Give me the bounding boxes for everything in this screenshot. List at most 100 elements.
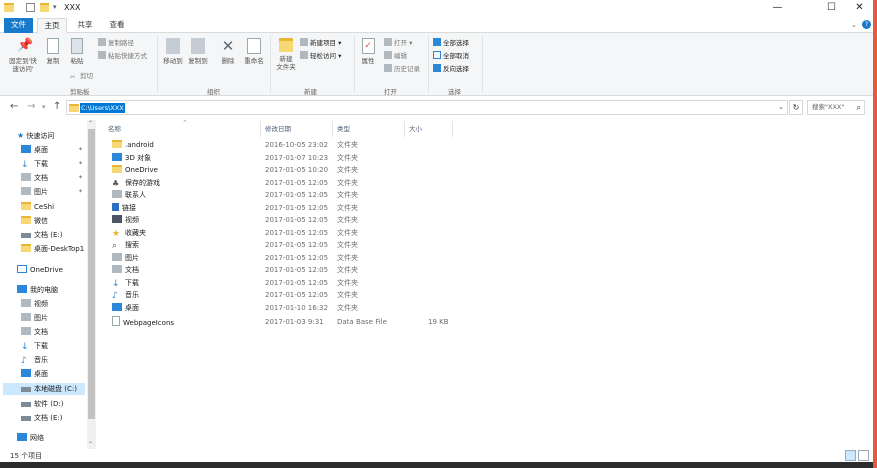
search-input[interactable]: 搜索"XXX" ⌕ [807,100,865,115]
column-header-date[interactable]: 修改日期 [265,123,291,136]
tab-home[interactable]: 主页 [37,18,67,33]
minimize-button[interactable]: — [764,0,791,17]
open-button[interactable]: 打开 ▾ [384,38,412,48]
scroll-down-icon[interactable]: ⌄ [88,438,93,445]
nav-onedrive[interactable]: OneDrive [17,264,63,276]
nav-quick-access[interactable]: ★ 快速访问 [17,130,54,142]
new-item-button[interactable]: 新建项目 ▾ [300,38,341,48]
file-row[interactable]: 视频 2017-01-05 12:05 文件夹 [108,214,528,226]
tab-view[interactable]: 查看 [104,18,130,33]
pin-icon[interactable]: ✦ [78,172,83,184]
nav-item-label: CeShi [34,203,55,211]
nav-item-desktop1[interactable]: 桌面-DeskTop1 [21,243,84,255]
nav-pc-music[interactable]: ♪ 音乐 [21,354,48,366]
select-none-button[interactable]: 全部取消 [433,51,469,61]
copy-to-button[interactable]: 复制到 [187,38,209,65]
nav-item-ceshi[interactable]: CeShi [21,201,54,213]
nav-item-documents[interactable]: 文档 ✦ [21,172,87,184]
navigation-scrollbar[interactable]: ⌃ ⌄ [87,120,96,449]
close-button[interactable]: ✕ [846,0,873,17]
rename-button[interactable]: 重命名 [242,38,266,65]
file-row[interactable]: OneDrive 2017-01-05 10:20 文件夹 [108,164,528,176]
nav-item-wechat[interactable]: 微信 [21,215,48,227]
details-view-icon[interactable] [845,450,856,461]
column-header-size[interactable]: 大小 [409,123,422,136]
file-row[interactable]: 桌面 2017-01-10 16:32 文件夹 [108,302,528,314]
forward-arrow-icon[interactable]: → [27,101,35,112]
file-name: 联系人 [125,191,146,199]
properties-quick-icon[interactable] [26,3,35,12]
file-row[interactable]: ↓ 下载 2017-01-05 12:05 文件夹 [108,277,528,289]
select-none-label: 全部取消 [443,52,469,60]
nav-pc-desktop[interactable]: 桌面 [21,368,48,380]
address-path[interactable]: C:\Users\XXX [80,103,125,113]
edit-icon [384,51,392,59]
file-row[interactable]: 联系人 2017-01-05 12:05 文件夹 [108,189,528,201]
move-to-button[interactable]: 移动到 [162,38,184,65]
delete-button[interactable]: ✕ 删除 [218,38,238,65]
file-row[interactable]: .android 2016-10-05 23:02 文件夹 [108,139,528,151]
nav-pc-downloads[interactable]: ↓ 下载 [21,340,48,352]
file-row[interactable]: WebpageIcons 2017-01-03 9:31 Data Base Fil… [108,316,528,328]
collapse-ribbon-icon[interactable]: ⌄ [851,21,857,29]
file-type: 文件夹 [337,216,358,224]
nav-pc-documents[interactable]: 文档 [21,326,48,338]
file-row[interactable]: 链接 2017-01-05 12:05 文件夹 [108,202,528,214]
nav-pc-drive-c[interactable]: 本地磁盘 (C:) [3,383,85,395]
file-row[interactable]: 图片 2017-01-05 12:05 文件夹 [108,252,528,264]
scroll-up-icon[interactable]: ⌃ [88,120,93,127]
tab-share[interactable]: 共享 [72,18,98,33]
new-folder-quick-icon[interactable] [40,3,50,14]
group-open-label: 打开 [384,88,397,96]
search-icon[interactable]: ⌕ [857,101,861,114]
file-row[interactable]: ⌕ 搜索 2017-01-05 12:05 文件夹 [108,239,528,251]
pin-icon[interactable]: ✦ [78,144,83,156]
back-arrow-icon[interactable]: ← [10,101,18,112]
nav-item-pictures[interactable]: 图片 ✦ [21,186,87,198]
history-button[interactable]: 历史记录 [384,64,420,74]
copy-button[interactable]: 复制 [44,38,62,65]
refresh-button[interactable]: ↻ [789,100,803,115]
easy-access-button[interactable]: 轻松访问 ▾ [300,51,341,61]
large-icons-view-icon[interactable] [858,450,869,461]
copy-path-button[interactable]: 复制路径 [98,38,134,48]
nav-pc-drive-e[interactable]: 文档 (E:) [21,412,62,424]
nav-item-desktop[interactable]: 桌面 ✦ [21,144,87,156]
nav-pc-videos[interactable]: 视频 [21,298,48,310]
nav-pc-drive-d[interactable]: 软件 (D:) [21,398,63,410]
help-icon[interactable]: ? [862,20,871,29]
file-date: 2017-01-10 16:32 [265,304,329,312]
nav-network[interactable]: 网络 [17,432,44,444]
up-arrow-icon[interactable]: ↑ [53,101,61,112]
pin-quick-access-button[interactable]: 📌 固定到'快 速访问' [5,38,41,73]
chevron-down-icon[interactable]: ⌄ [778,103,784,111]
nav-pc-pictures[interactable]: 图片 [21,312,48,324]
nav-item-drive-e[interactable]: 文档 (E:) [21,229,62,241]
paste-shortcut-button[interactable]: 粘贴快捷方式 [98,51,147,61]
chevron-down-icon[interactable]: ▾ [53,3,63,14]
recent-chevron-icon[interactable]: ▾ [42,103,46,111]
column-header-type[interactable]: 类型 [337,123,350,136]
scrollbar-thumb[interactable] [88,129,95,419]
properties-button[interactable]: ✓ 属性 [358,38,378,65]
column-header-name[interactable]: 名称 [108,123,121,136]
address-bar[interactable]: C:\Users\XXX ⌄ [66,100,788,115]
pin-icon[interactable]: ✦ [78,186,83,198]
nav-item-label: 文档 (E:) [34,231,63,239]
select-all-button[interactable]: 全部选择 [433,38,469,48]
paste-button[interactable]: 粘贴 [67,38,87,65]
nav-this-pc[interactable]: 我的电脑 [17,284,58,296]
cut-button[interactable]: ✂ 剪切 [70,71,93,81]
file-row[interactable]: ♣ 保存的游戏 2017-01-05 12:05 文件夹 [108,177,528,189]
file-row[interactable]: ♪ 音乐 2017-01-05 12:05 文件夹 [108,289,528,301]
pin-icon[interactable]: ✦ [78,158,83,170]
invert-selection-button[interactable]: 反向选择 [433,64,469,74]
file-row[interactable]: ★ 收藏夹 2017-01-05 12:05 文件夹 [108,227,528,239]
maximize-button[interactable]: ☐ [818,0,845,17]
file-row[interactable]: 文档 2017-01-05 12:05 文件夹 [108,264,528,276]
new-folder-button[interactable]: 新建 文件夹 [274,38,298,71]
file-row[interactable]: 3D 对象 2017-01-07 10:23 文件夹 [108,152,528,164]
nav-item-downloads[interactable]: ↓ 下载 ✦ [21,158,87,170]
tab-file[interactable]: 文件 [4,18,33,33]
edit-button[interactable]: 编辑 [384,51,407,61]
